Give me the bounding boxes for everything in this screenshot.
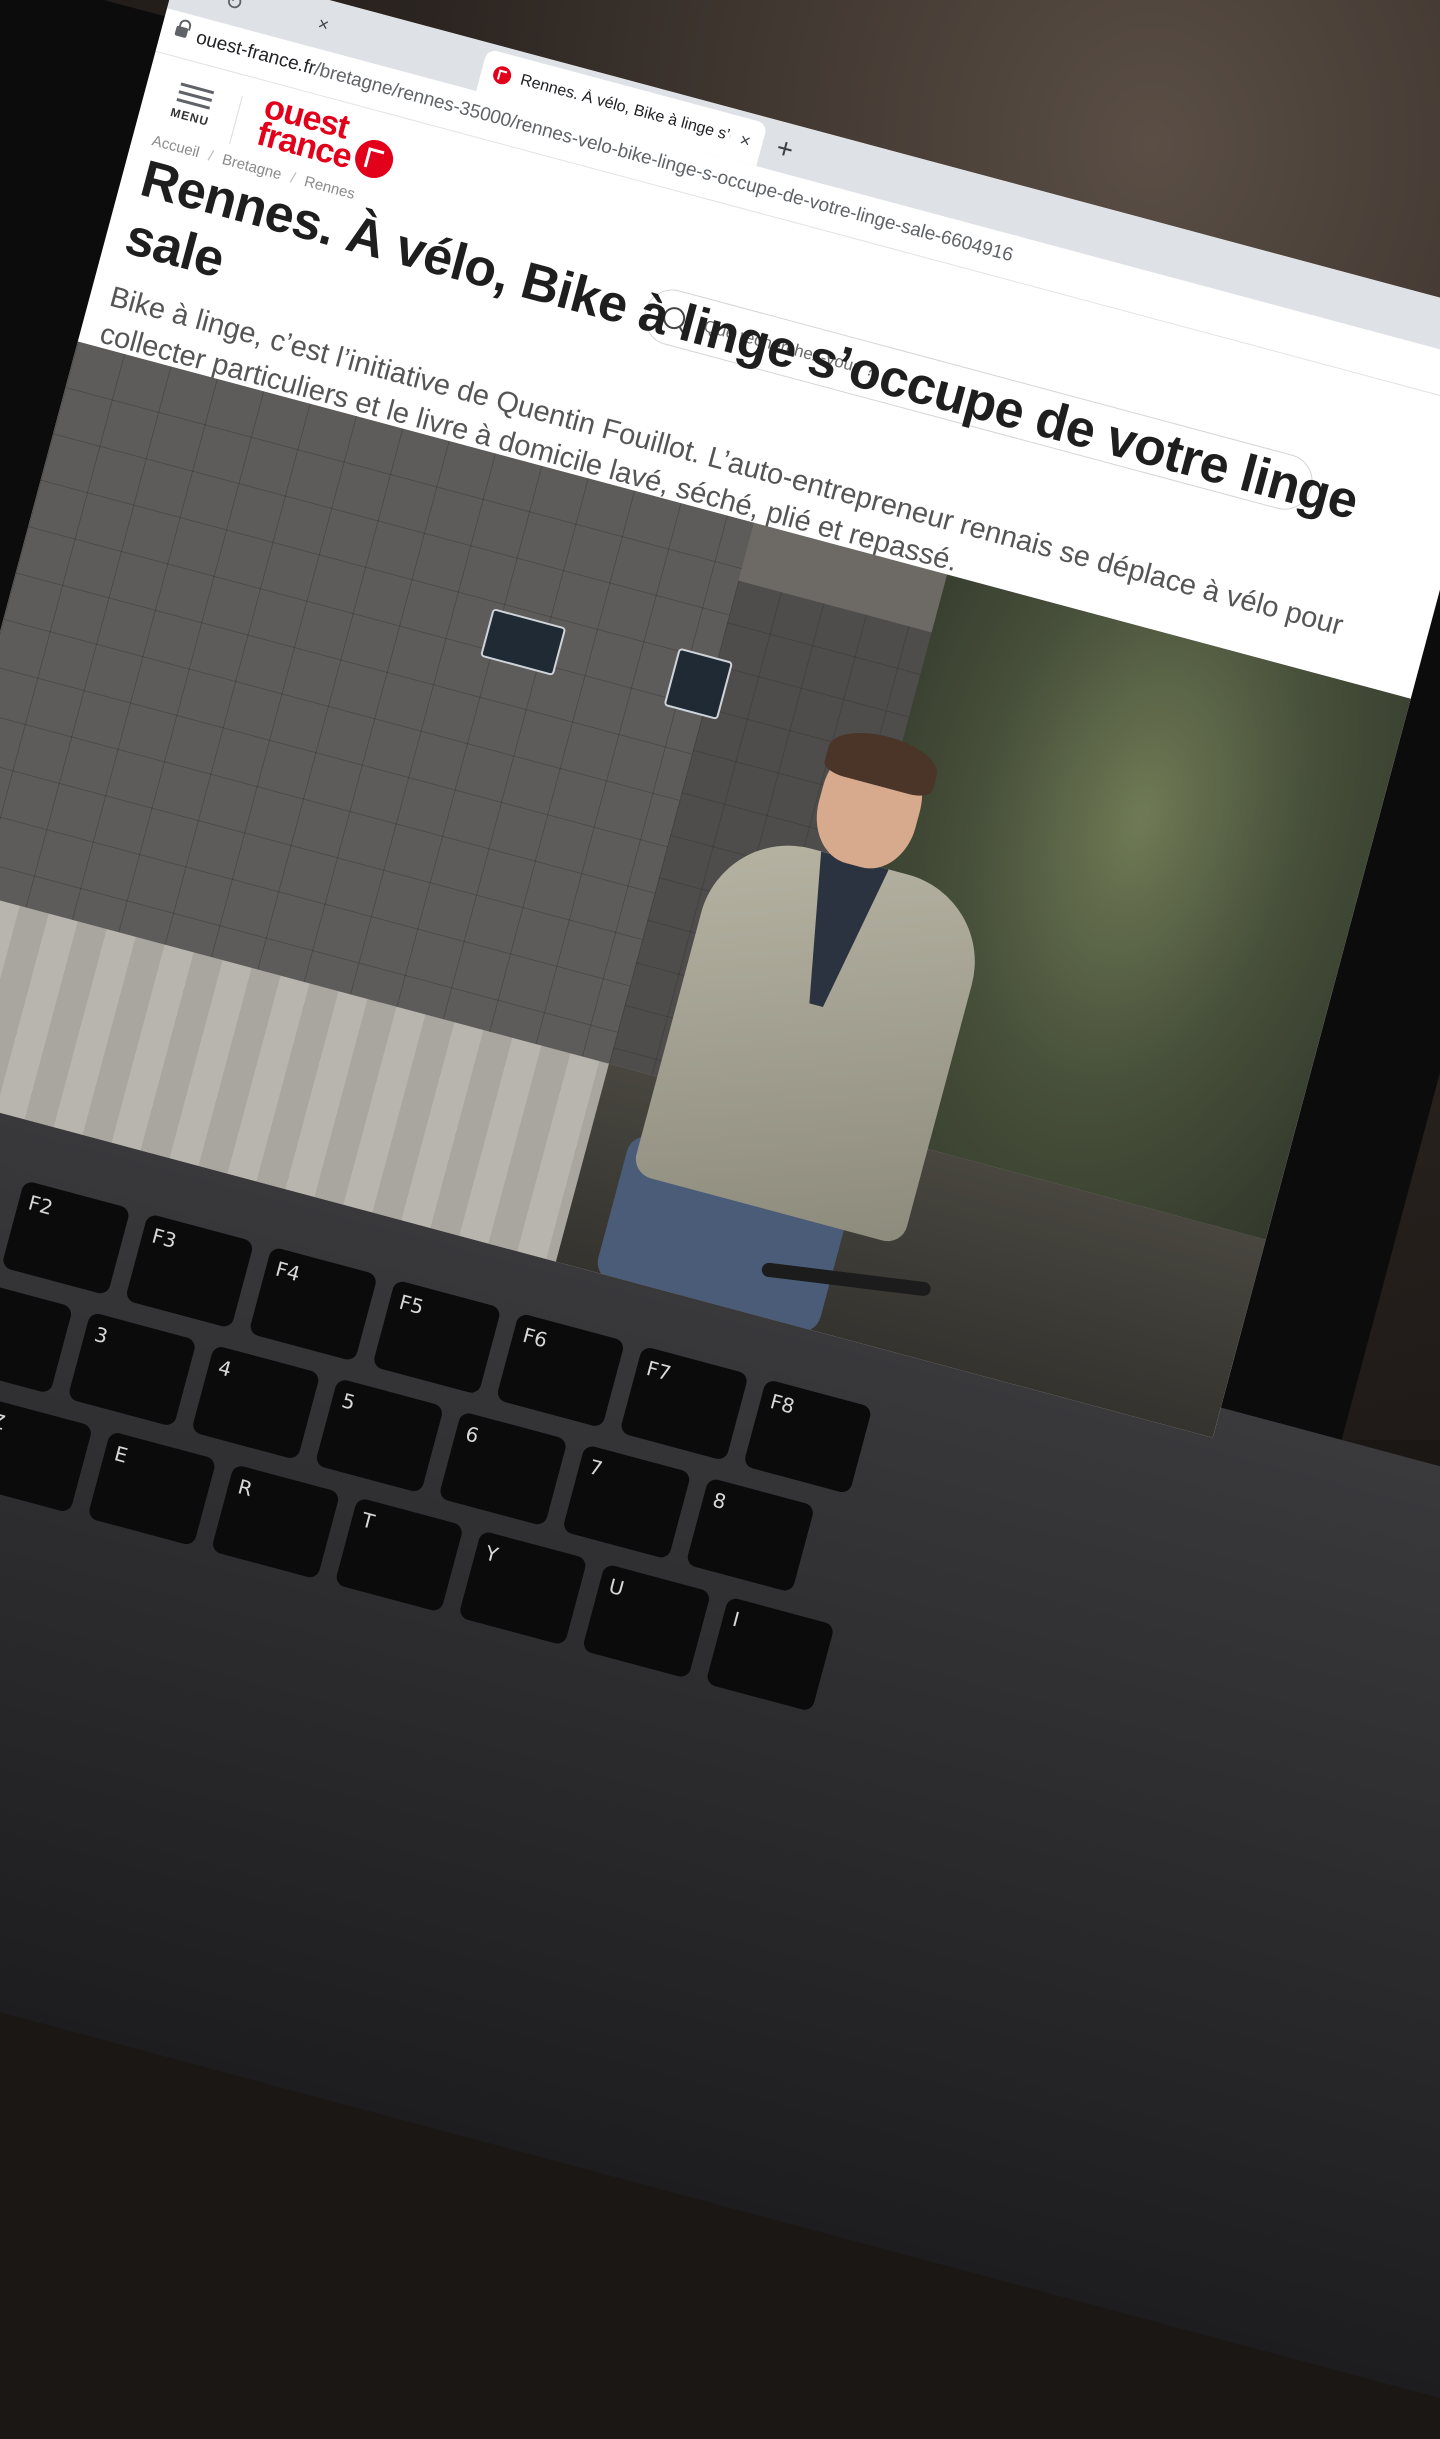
header-divider — [229, 95, 243, 145]
keyboard-key[interactable]: I — [705, 1596, 835, 1712]
lock-icon — [174, 24, 189, 41]
ouest-france-emblem-icon — [350, 135, 398, 183]
close-icon[interactable]: × — [738, 129, 753, 152]
ouest-france-favicon-icon — [491, 64, 514, 87]
keyboard-key[interactable]: 8 — [685, 1477, 816, 1593]
keyboard-key[interactable]: 5 — [314, 1377, 445, 1494]
keyboard-key[interactable]: F6 — [495, 1312, 626, 1429]
keyboard-key[interactable]: F5 — [372, 1279, 502, 1395]
breadcrumb-separator: / — [206, 147, 215, 165]
ouest-france-logo[interactable]: ouest france — [253, 88, 398, 183]
keyboard-key[interactable]: 2 — [0, 1278, 74, 1394]
keyboard-key[interactable]: T — [334, 1497, 464, 1613]
keyboard-key[interactable]: Z — [0, 1397, 94, 1514]
keyboard-key[interactable]: U — [581, 1563, 712, 1679]
keyboard-key[interactable]: F3 — [124, 1213, 255, 1329]
reload-icon[interactable]: ↻ — [222, 0, 246, 17]
keyboard-key[interactable]: F2 — [1, 1180, 131, 1296]
new-tab-button[interactable]: + — [773, 131, 797, 166]
back-arrow-icon[interactable]: ← — [179, 0, 208, 7]
keyboard-key[interactable]: E — [87, 1430, 217, 1547]
keyboard-key[interactable]: 6 — [438, 1411, 568, 1527]
keyboard-key[interactable]: 7 — [561, 1444, 692, 1560]
keyboard-key[interactable]: F8 — [742, 1378, 873, 1495]
keyboard-key[interactable]: R — [210, 1464, 341, 1580]
keyboard-key[interactable]: F4 — [248, 1246, 378, 1362]
menu-button[interactable]: MENU — [159, 74, 228, 131]
breadcrumb-separator: / — [288, 169, 298, 187]
keyboard-key[interactable]: Y — [458, 1530, 588, 1646]
keyboard-key[interactable]: 4 — [190, 1344, 321, 1461]
keyboard-key[interactable]: F7 — [619, 1345, 749, 1462]
keyboard-key[interactable]: 3 — [67, 1311, 197, 1428]
close-icon[interactable]: × — [316, 13, 331, 36]
